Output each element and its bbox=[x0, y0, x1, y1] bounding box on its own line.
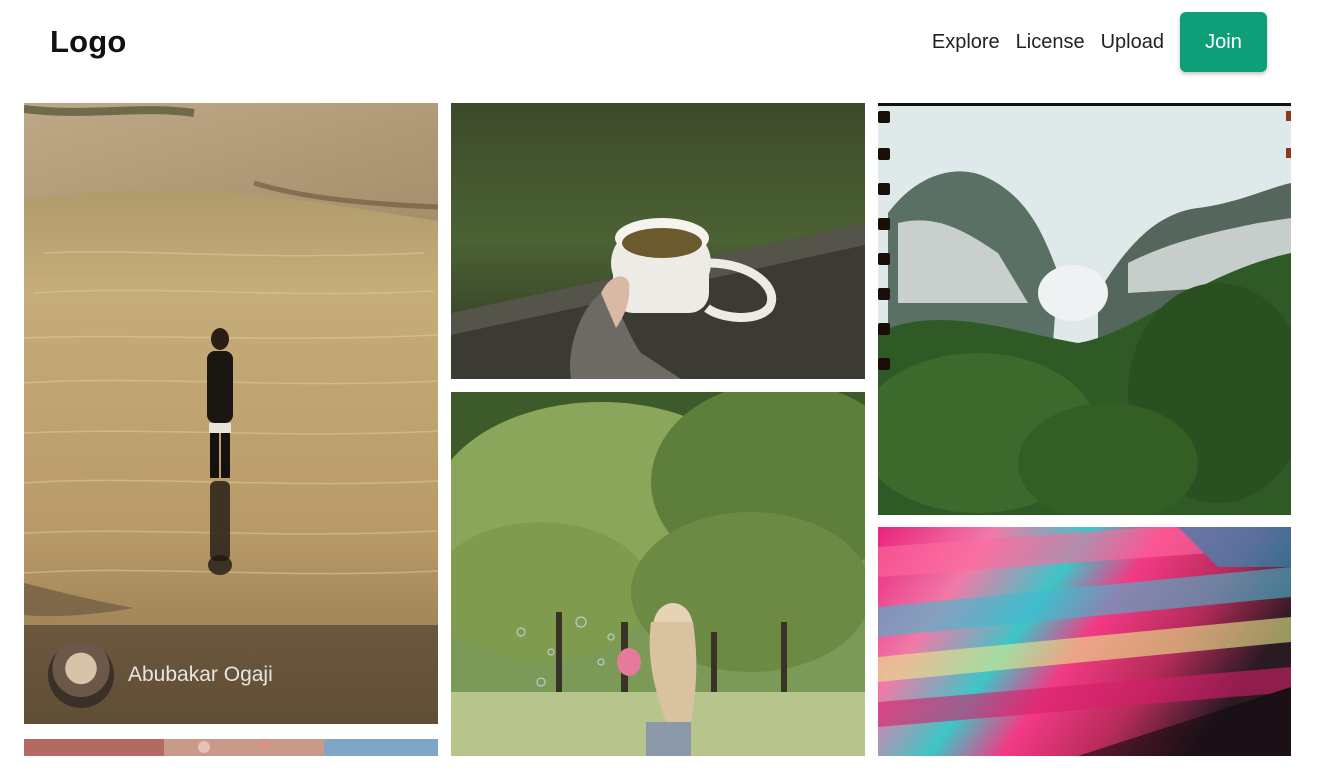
photo-coffee-cup[interactable] bbox=[451, 103, 865, 379]
photo-girl-bubbles[interactable] bbox=[451, 392, 865, 756]
photo-blossoms-image bbox=[24, 739, 438, 756]
site-header: Logo Explore License Upload Join bbox=[0, 0, 1331, 88]
join-button[interactable]: Join bbox=[1180, 12, 1267, 72]
nav-upload-link[interactable]: Upload bbox=[1101, 31, 1164, 54]
author-avatar[interactable] bbox=[48, 641, 114, 708]
photo-man-in-water[interactable]: Abubakar Ogaji bbox=[24, 103, 438, 724]
author-overlay: Abubakar Ogaji bbox=[24, 625, 438, 724]
photo-coffee-cup-image bbox=[451, 103, 865, 379]
photo-color-blur-image bbox=[878, 527, 1291, 756]
main-nav: Explore License Upload Join bbox=[932, 12, 1267, 72]
photo-mountains[interactable] bbox=[878, 103, 1291, 515]
photo-girl-bubbles-image bbox=[451, 392, 865, 756]
author-name[interactable]: Abubakar Ogaji bbox=[128, 663, 273, 687]
photo-mountains-image bbox=[878, 103, 1291, 515]
logo[interactable]: Logo bbox=[50, 24, 127, 60]
nav-explore-link[interactable]: Explore bbox=[932, 31, 1000, 54]
nav-license-link[interactable]: License bbox=[1016, 31, 1085, 54]
photo-color-blur[interactable] bbox=[878, 527, 1291, 756]
photo-blossoms[interactable] bbox=[24, 739, 438, 756]
